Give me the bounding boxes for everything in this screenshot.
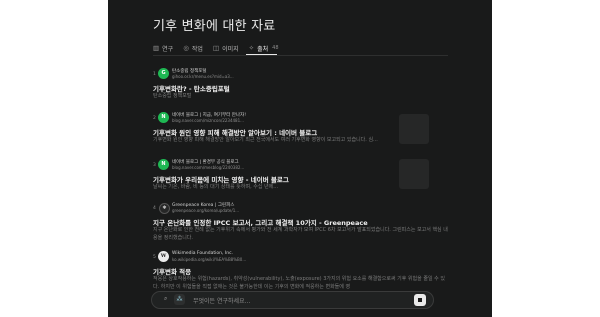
source-result[interactable]: 1 G 탄소중립 정책포털 gihoo.or.kr/menu.es?mid=a3… <box>153 68 448 100</box>
source-result[interactable]: 5 W Wikimedia Foundation, Inc. ko.wikipe… <box>153 251 448 291</box>
result-snippet: 적응은 상호작용하는 위험(hazards), 취약성(vulnerabilit… <box>153 276 445 290</box>
tab-images[interactable]: ◫ 이미지 <box>213 42 239 54</box>
result-site-name: Wikimedia Foundation, Inc. <box>172 251 233 256</box>
tab-label: 연구 <box>162 45 174 53</box>
image-icon: ◫ <box>212 44 220 52</box>
source-result[interactable]: 3 N 네이버 블로그 | 환경부 공식 블로그 blog.naver.com/… <box>153 159 448 191</box>
result-number: 5 <box>153 255 156 260</box>
page-title: 기후 변화에 대한 자료 <box>153 19 276 34</box>
result-url[interactable]: blog.naver.com/mizncon/2234481... <box>172 118 244 123</box>
tab-tasks[interactable]: ◎ 작업 <box>183 42 203 54</box>
active-tab-indicator <box>246 54 277 55</box>
result-number: 1 <box>153 72 156 77</box>
follow-up-input-bar[interactable]: ⌕ ⁂ 무엇이든 연구하세요... <box>151 291 434 309</box>
result-snippet: 탄소중립 정책포털 <box>153 93 192 99</box>
result-thumbnail[interactable] <box>399 114 429 144</box>
search-mode-icon[interactable]: ⌕ <box>164 295 167 303</box>
site-favicon-icon: N <box>158 159 169 170</box>
tab-divider <box>153 55 448 56</box>
tab-label: 작업 <box>191 45 203 53</box>
site-favicon-icon: G <box>158 68 169 79</box>
result-number: 2 <box>153 116 156 121</box>
source-result[interactable]: 4 ✱ Greenpeace Korea | 그린피스 greenpeace.o… <box>153 202 448 241</box>
wikipedia-icon: W <box>158 251 169 262</box>
source-icon: ✧ <box>248 44 255 52</box>
result-number: 4 <box>153 206 156 211</box>
research-input[interactable]: 무엇이든 연구하세요... <box>193 296 250 305</box>
task-icon: ◎ <box>183 44 189 52</box>
tab-count: 48 <box>272 45 279 51</box>
main-panel: 기후 변화에 대한 자료 ▥ 연구 ◎ 작업 ◫ 이미지 ✧ 출처 48 1 G… <box>108 0 492 317</box>
site-favicon-icon: N <box>158 112 169 123</box>
site-favicon-icon: ✱ <box>159 203 170 214</box>
tab-label: 출처 <box>257 45 269 53</box>
book-icon: ▥ <box>153 44 160 52</box>
result-number: 3 <box>153 163 156 168</box>
tab-bar: ▥ 연구 ◎ 작업 ◫ 이미지 ✧ 출처 48 <box>153 42 289 54</box>
tab-research[interactable]: ▥ 연구 <box>153 42 173 54</box>
result-url[interactable]: gihoo.or.kr/menu.es?mid=a3... <box>172 74 234 79</box>
result-url[interactable]: greenpeace.org/korea/update/1... <box>172 208 239 213</box>
stop-icon <box>418 298 422 302</box>
stop-button[interactable] <box>414 294 426 306</box>
result-url[interactable]: ko.wikipedia.org/wiki/%EA%B8%B0... <box>172 257 246 262</box>
tab-sources[interactable]: ✧ 출처 48 <box>249 42 279 54</box>
result-snippet: 날씨는 기온, 바람, 비 등의 대기 상태를 뜻하며, 수십 년에... <box>153 184 279 190</box>
result-snippet: 기후변화 원인 영향 피해 해결방안 알아보기 최근 전국에서도 여러 기후변화… <box>153 137 378 143</box>
result-thumbnail[interactable] <box>399 159 429 189</box>
source-result[interactable]: 2 N 네이버 블로그 | 지금, 여기부터 만나자! blog.naver.c… <box>153 112 448 148</box>
result-url[interactable]: blog.naver.com/mesblog/2240382... <box>172 165 244 170</box>
result-snippet: 지구 온난화로 인한 전례 없는 기후위기 속에서 평가와 전 세계 과학자가 … <box>153 227 448 241</box>
research-mode-icon[interactable]: ⁂ <box>174 294 185 305</box>
tab-label: 이미지 <box>222 45 239 53</box>
